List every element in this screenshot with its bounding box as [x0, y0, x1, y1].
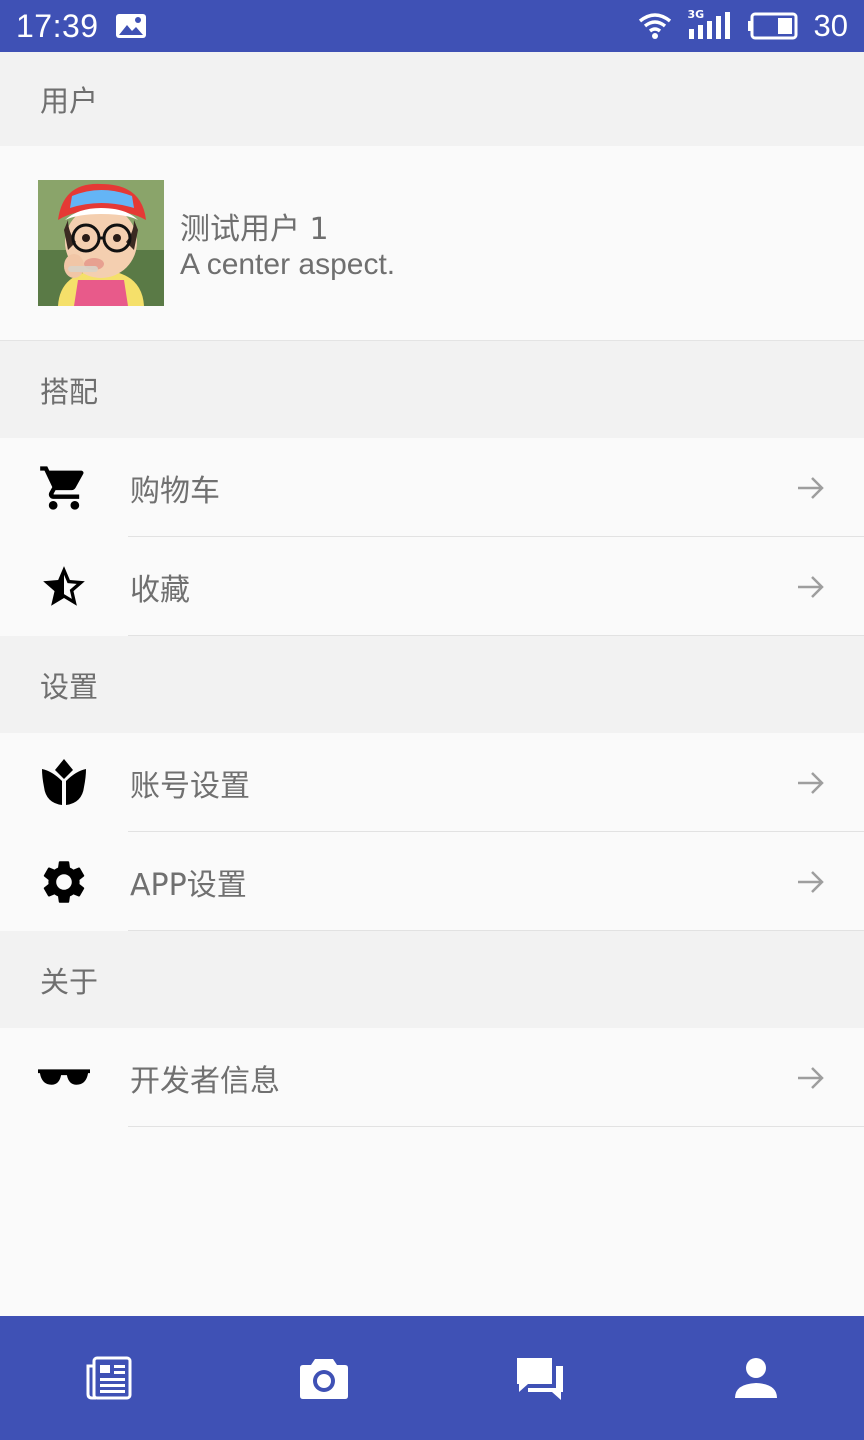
status-time: 17:39 [16, 7, 99, 44]
sunglasses-icon [38, 1052, 90, 1104]
section-title: 用户 [40, 84, 99, 118]
news-icon [86, 1356, 132, 1400]
menu-item-label: 账号设置 [130, 768, 250, 804]
user-name: 测试用户 1 [180, 212, 329, 247]
status-bar: 17:39 3G 30 [0, 0, 864, 52]
menu-item-cart[interactable]: 购物车 [0, 438, 864, 537]
battery-icon [747, 12, 798, 40]
menu-item-label: APP设置 [130, 867, 247, 903]
menu-item-label: 收藏 [130, 572, 190, 608]
nav-profile[interactable] [648, 1316, 864, 1440]
gear-icon [38, 856, 90, 908]
section-title: 关于 [40, 964, 99, 999]
section-header-settings: 设置 [0, 636, 864, 733]
arrow-right-icon [798, 575, 824, 598]
user-bio: A center aspect. [180, 248, 396, 281]
menu-item-favorites[interactable]: 收藏 [0, 537, 864, 636]
section-header-user: 用户 [0, 52, 864, 146]
nav-camera[interactable] [216, 1316, 432, 1440]
section-header-match: 搭配 [0, 341, 864, 438]
arrow-right-icon [798, 1066, 824, 1089]
menu-item-label: 开发者信息 [130, 1063, 280, 1099]
bottom-navigation [0, 1316, 864, 1440]
section-title: 搭配 [40, 374, 99, 409]
user-profile-card[interactable]: 测试用户 1 A center aspect. [0, 146, 864, 341]
person-icon [735, 1358, 777, 1398]
menu-item-developer-info[interactable]: 开发者信息 [0, 1028, 864, 1127]
divider [128, 1126, 864, 1127]
camera-icon [300, 1359, 348, 1399]
wifi-icon [638, 12, 672, 40]
flower-icon [38, 757, 90, 809]
avatar[interactable] [38, 180, 164, 306]
arrow-right-icon [798, 771, 824, 794]
chat-icon [517, 1358, 563, 1400]
menu-item-app-settings[interactable]: APP设置 [0, 832, 864, 931]
nav-news[interactable] [0, 1316, 216, 1440]
menu-item-account-settings[interactable]: 账号设置 [0, 733, 864, 832]
signal-icon: 3G [688, 8, 732, 41]
section-header-about: 关于 [0, 931, 864, 1028]
arrow-right-icon [798, 870, 824, 893]
nav-messages[interactable] [432, 1316, 648, 1440]
star-half-icon [38, 561, 90, 613]
menu-item-label: 购物车 [130, 473, 220, 509]
image-icon [115, 13, 147, 39]
section-title: 设置 [40, 669, 99, 704]
battery-level: 30 [813, 8, 848, 43]
arrow-right-icon [798, 476, 824, 499]
cart-icon [38, 462, 90, 514]
